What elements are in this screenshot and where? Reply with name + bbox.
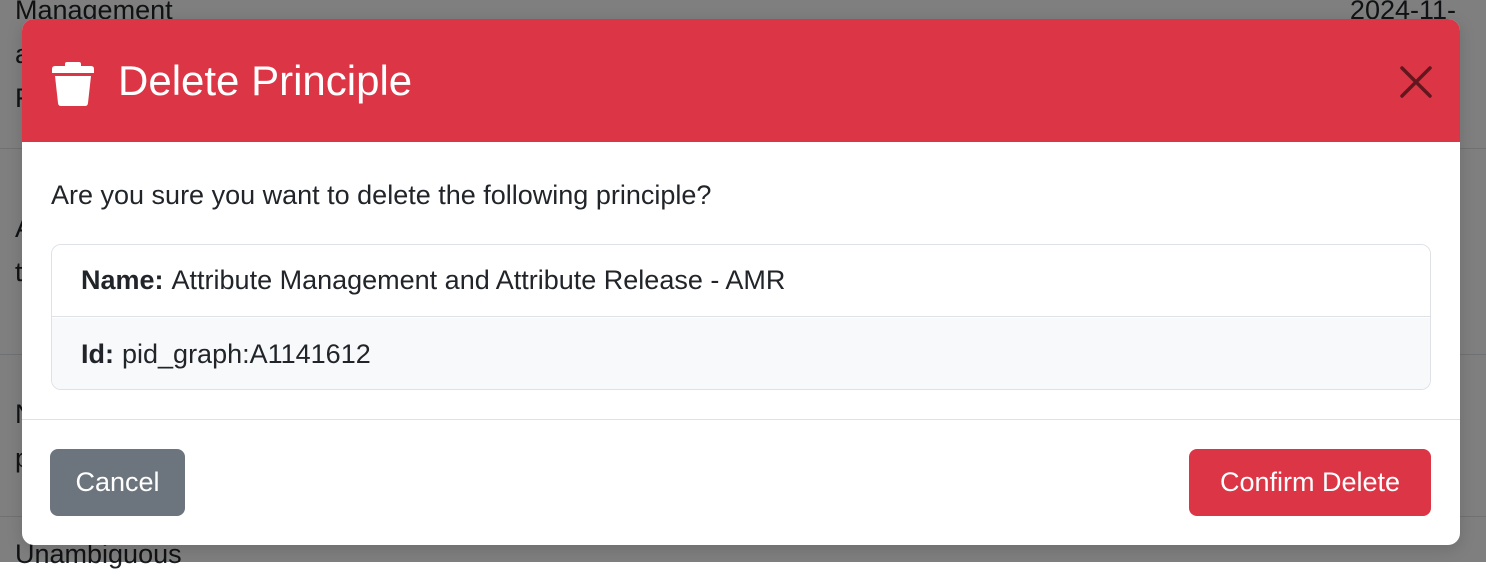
- cancel-button[interactable]: Cancel: [50, 449, 185, 516]
- modal-footer: Cancel Confirm Delete: [22, 420, 1460, 545]
- principle-name-row: Name: Attribute Management and Attribute…: [52, 245, 1430, 317]
- principle-id-row: Id: pid_graph:A1141612: [52, 318, 1430, 390]
- trash-icon: [52, 62, 94, 106]
- name-label: Name:: [81, 265, 164, 296]
- modal-body: Are you sure you want to delete the foll…: [22, 142, 1460, 420]
- confirmation-question: Are you sure you want to delete the foll…: [51, 175, 711, 215]
- modal-title: Delete Principle: [118, 55, 412, 107]
- name-value: Attribute Management and Attribute Relea…: [172, 265, 786, 296]
- id-value: pid_graph:A1141612: [122, 339, 371, 370]
- close-icon[interactable]: [1396, 62, 1436, 102]
- delete-principle-modal: Delete Principle Are you sure you want t…: [22, 19, 1460, 545]
- confirm-delete-button[interactable]: Confirm Delete: [1189, 449, 1431, 516]
- principle-details-list: Name: Attribute Management and Attribute…: [51, 244, 1431, 390]
- modal-header: Delete Principle: [22, 19, 1460, 142]
- id-label: Id:: [81, 339, 114, 370]
